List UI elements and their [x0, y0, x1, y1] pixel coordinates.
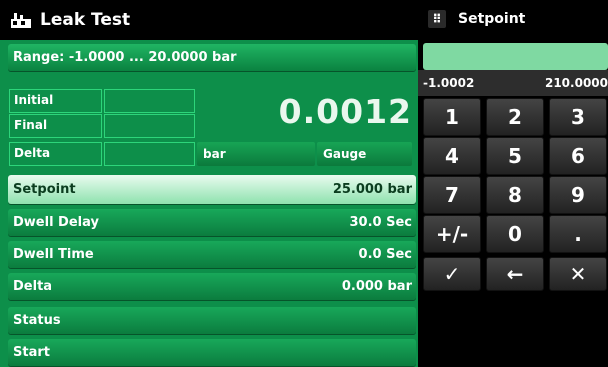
range-label: Range: -1.0000 ... 20.0000 bar — [13, 50, 237, 65]
backspace-arrow-icon[interactable]: ← — [486, 257, 544, 291]
final-label-cell: Final — [9, 114, 102, 138]
setpoint-value: 25.000 bar — [332, 182, 412, 197]
grip-handle-icon[interactable]: ⠿ — [428, 10, 446, 28]
max-limit: 210.0000 — [544, 76, 608, 90]
key-plus-minus[interactable]: +/- — [423, 215, 481, 253]
delta-label-cell: Delta — [9, 142, 102, 166]
dwell-time-row[interactable]: Dwell Time 0.0 Sec — [8, 241, 416, 268]
key-decimal[interactable]: . — [549, 215, 607, 253]
range-limits: -1.0002 210.0000 — [418, 70, 608, 96]
final-value-cell — [104, 114, 195, 138]
key-3[interactable]: 3 — [549, 98, 607, 136]
dwell-time-value: 0.0 Sec — [358, 247, 412, 262]
mode-button[interactable]: Gauge — [317, 142, 412, 166]
initial-label: Initial — [14, 93, 54, 107]
key-1[interactable]: 1 — [423, 98, 481, 136]
leak-test-icon — [10, 11, 32, 29]
final-label: Final — [14, 118, 48, 132]
leak-test-panel: Leak Test Range: -1.0000 ... 20.0000 bar… — [0, 0, 418, 367]
mode-label: Gauge — [323, 147, 367, 161]
delta-row[interactable]: Delta 0.000 bar — [8, 273, 416, 300]
key-9[interactable]: 9 — [549, 176, 607, 214]
key-0[interactable]: 0 — [486, 215, 544, 253]
range-display: Range: -1.0000 ... 20.0000 bar — [8, 44, 416, 71]
keypad-panel: ⠿ Setpoint -1.0002 210.0000 1 2 3 4 5 6 … — [418, 0, 608, 367]
key-4[interactable]: 4 — [423, 137, 481, 175]
start-row[interactable]: Start — [8, 339, 416, 366]
dwell-delay-value: 30.0 Sec — [349, 215, 413, 230]
delta-row-value: 0.000 bar — [341, 279, 412, 294]
setpoint-label: Setpoint — [13, 182, 76, 197]
status-label: Status — [13, 313, 61, 328]
cancel-close-icon[interactable]: ✕ — [549, 257, 607, 291]
delta-value-cell — [104, 142, 195, 166]
keypad-header: ⠿ Setpoint — [428, 10, 525, 28]
initial-value-cell — [104, 89, 195, 113]
key-5[interactable]: 5 — [486, 137, 544, 175]
pressure-reading: 0.0012 — [278, 92, 412, 131]
dwell-time-label: Dwell Time — [13, 247, 94, 262]
entry-field[interactable] — [423, 43, 608, 70]
dwell-delay-label: Dwell Delay — [13, 215, 99, 230]
delta-label: Delta — [14, 146, 51, 160]
dwell-delay-row[interactable]: Dwell Delay 30.0 Sec — [8, 209, 416, 236]
start-label: Start — [13, 345, 50, 360]
key-2[interactable]: 2 — [486, 98, 544, 136]
unit-button[interactable]: bar — [197, 142, 315, 166]
key-7[interactable]: 7 — [423, 176, 481, 214]
unit-label: bar — [203, 147, 226, 161]
setpoint-row[interactable]: Setpoint 25.000 bar — [8, 175, 416, 204]
status-row[interactable]: Status — [8, 307, 416, 334]
delta-row-label: Delta — [13, 279, 53, 294]
min-limit: -1.0002 — [423, 76, 475, 90]
title-bar: Leak Test — [0, 0, 418, 40]
keypad-title: Setpoint — [458, 11, 526, 27]
page-title: Leak Test — [40, 10, 131, 30]
initial-label-cell: Initial — [9, 89, 102, 113]
key-6[interactable]: 6 — [549, 137, 607, 175]
confirm-check-icon[interactable]: ✓ — [423, 257, 481, 291]
key-8[interactable]: 8 — [486, 176, 544, 214]
